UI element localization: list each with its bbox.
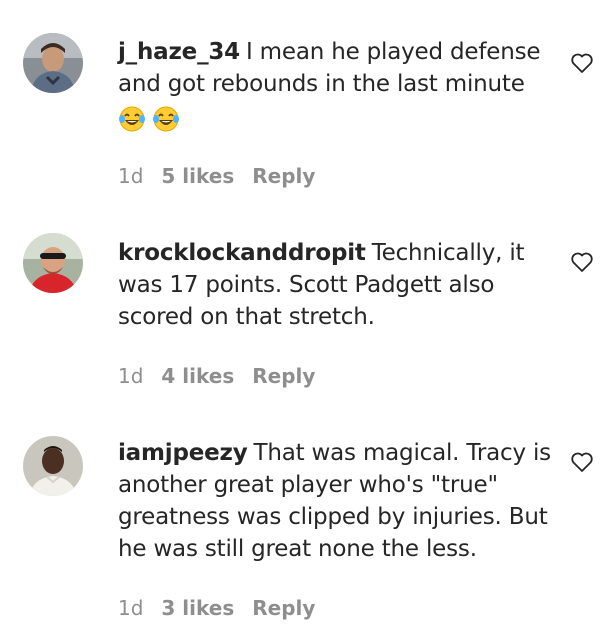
like-heart-icon[interactable]	[570, 451, 594, 473]
comment-meta: 1d 3 likes Reply	[118, 596, 333, 620]
reply-button[interactable]: Reply	[252, 596, 315, 620]
comment-text-block: j_haze_34 I mean he played defense and go…	[118, 36, 558, 136]
tears-of-joy-emoji-icon	[153, 106, 179, 131]
avatar[interactable]	[23, 436, 83, 496]
reply-button[interactable]: Reply	[252, 164, 315, 188]
reply-button[interactable]: Reply	[252, 364, 315, 388]
comment-username[interactable]: j_haze_34	[118, 39, 240, 65]
like-heart-icon[interactable]	[570, 52, 594, 74]
comment-text-block: krocklockanddropit Technically, it was 17…	[118, 237, 558, 333]
avatar[interactable]	[23, 233, 83, 293]
comment-time: 1d	[118, 596, 144, 620]
comment-likes[interactable]: 4 likes	[161, 364, 234, 388]
emoji-row	[118, 102, 558, 136]
comment-username[interactable]: krocklockanddropit	[118, 240, 366, 266]
comment-likes[interactable]: 5 likes	[161, 164, 234, 188]
comment-text-block: iamjpeezy That was magical. Tracy is anot…	[118, 437, 558, 565]
comment-meta: 1d 5 likes Reply	[118, 164, 333, 188]
comment-username[interactable]: iamjpeezy	[118, 440, 248, 466]
avatar[interactable]	[23, 33, 83, 93]
like-heart-icon[interactable]	[570, 251, 594, 273]
comment-meta: 1d 4 likes Reply	[118, 364, 333, 388]
tears-of-joy-emoji-icon	[119, 106, 145, 131]
comment-time: 1d	[118, 164, 144, 188]
comment-likes[interactable]: 3 likes	[161, 596, 234, 620]
comment-time: 1d	[118, 364, 144, 388]
